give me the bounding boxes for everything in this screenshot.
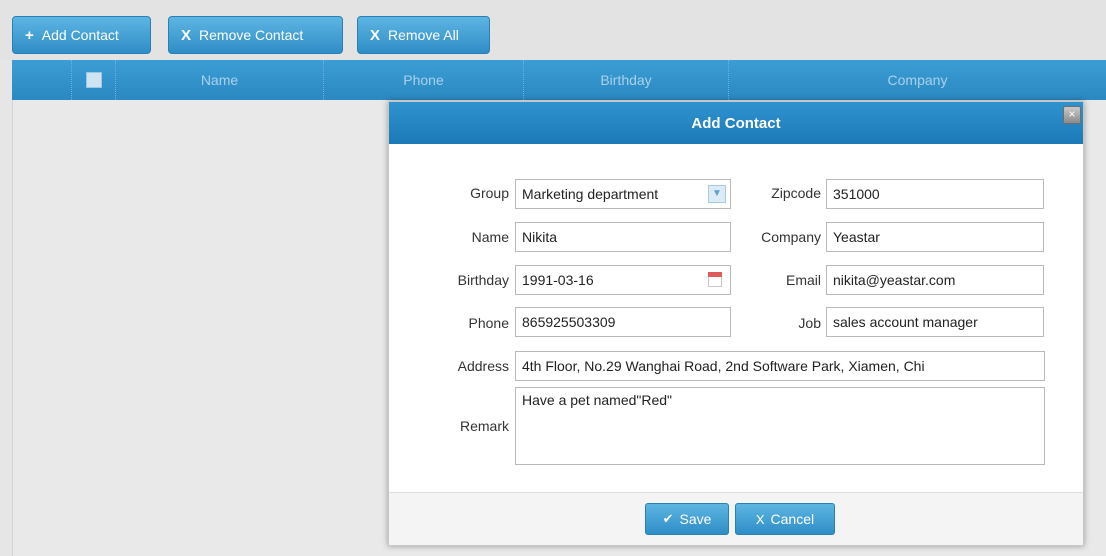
column-header-name[interactable]: Name [116, 60, 324, 100]
dialog-title: Add Contact [691, 114, 781, 132]
save-button[interactable]: ✔ Save [645, 503, 729, 535]
remove-all-button[interactable]: X Remove All [357, 16, 490, 54]
close-icon[interactable]: × [1063, 106, 1081, 124]
phone-label: Phone [468, 315, 509, 331]
chevron-down-icon[interactable]: ▼ [708, 185, 726, 203]
grid-header: Name Phone Birthday Company [12, 60, 1106, 100]
select-all-checkbox[interactable] [85, 72, 102, 88]
company-input[interactable]: Yeastar [826, 222, 1044, 252]
x-icon: X [755, 511, 765, 527]
x-icon: X [370, 26, 381, 44]
email-input[interactable]: nikita@yeastar.com [826, 265, 1044, 295]
address-input[interactable]: 4th Floor, No.29 Wanghai Road, 2nd Softw… [515, 351, 1045, 381]
zipcode-input[interactable]: 351000 [826, 179, 1044, 209]
remark-label: Remark [459, 418, 509, 434]
birthday-input[interactable]: 1991-03-16 [515, 265, 731, 295]
birthday-label: Birthday [457, 272, 509, 288]
job-label: Job [798, 315, 821, 331]
toolbar: + Add Contact X Remove Contact X Remove … [0, 0, 1106, 60]
remove-contact-label: Remove Contact [199, 27, 304, 43]
dialog-footer: ✔ Save X Cancel [389, 492, 1083, 545]
zipcode-label: Zipcode [771, 185, 821, 201]
name-label: Name [471, 229, 509, 245]
remove-contact-button[interactable]: X Remove Contact [168, 16, 343, 54]
column-header-company[interactable]: Company [729, 60, 1106, 100]
dialog-title-bar[interactable]: Add Contact [389, 102, 1083, 144]
cancel-button[interactable]: X Cancel [735, 503, 835, 535]
address-label: Address [457, 358, 509, 374]
birthday-value: 1991-03-16 [522, 272, 594, 288]
add-contact-button[interactable]: + Add Contact [12, 16, 151, 54]
company-label: Company [761, 229, 821, 245]
group-label: Group [470, 185, 509, 201]
column-header-birthday[interactable]: Birthday [524, 60, 729, 100]
job-input[interactable]: sales account manager [826, 307, 1044, 337]
grid-header-spacer [12, 60, 72, 100]
calendar-icon[interactable] [708, 272, 722, 287]
email-label: Email [785, 272, 821, 288]
add-contact-label: Add Contact [41, 27, 119, 43]
select-all-cell [72, 60, 116, 100]
cancel-label: Cancel [770, 511, 815, 527]
group-value: Marketing department [522, 186, 659, 202]
remark-textarea[interactable]: Have a pet named"Red" [515, 387, 1045, 465]
group-select[interactable]: Marketing department ▼ [515, 179, 731, 209]
x-icon: X [181, 26, 192, 44]
plus-icon: + [25, 26, 34, 44]
save-label: Save [679, 511, 712, 527]
check-icon: ✔ [662, 511, 674, 526]
phone-input[interactable]: 865925503309 [515, 307, 731, 337]
add-contact-dialog: Add Contact × Group Marketing department… [388, 101, 1084, 546]
column-header-phone[interactable]: Phone [324, 60, 524, 100]
name-input[interactable]: Nikita [515, 222, 731, 252]
remove-all-label: Remove All [388, 27, 459, 43]
